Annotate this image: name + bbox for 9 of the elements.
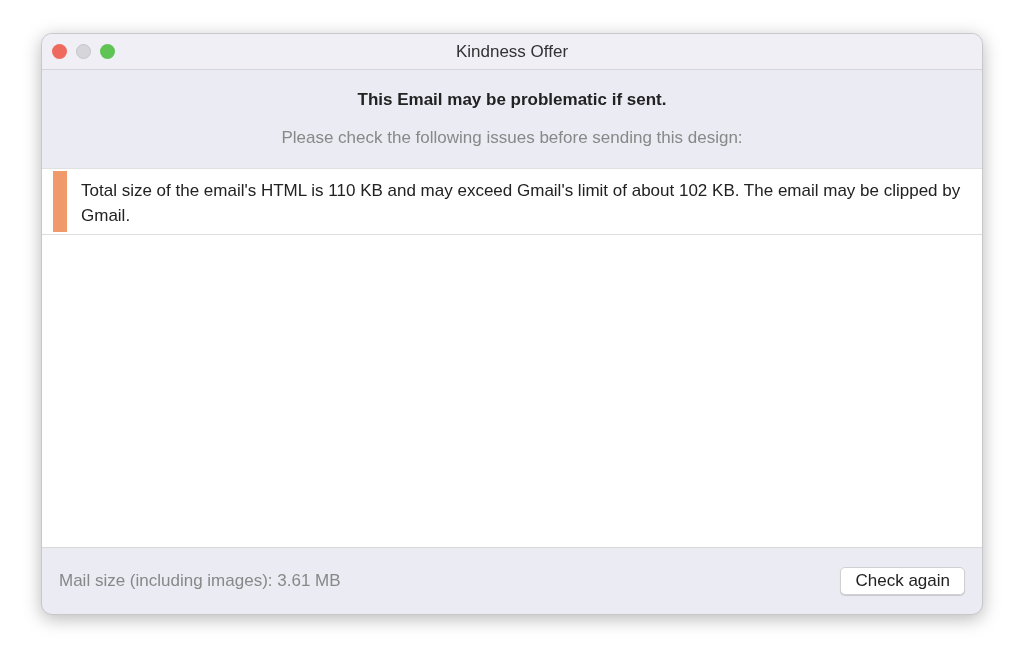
warning-subheading: Please check the following issues before sending this design: (281, 128, 743, 148)
issue-text: Total size of the email's HTML is 110 KB and may exceed Gmail's limit of about 102 KB. The email may be clipped by Gmail. (81, 180, 962, 227)
check-again-button[interactable]: Check again (840, 567, 965, 595)
zoom-icon[interactable] (100, 44, 115, 59)
warning-heading: This Email may be problematic if sent. (357, 90, 667, 110)
close-icon[interactable] (52, 44, 67, 59)
window-title: Kindness Offer (455, 41, 569, 62)
minimize-icon[interactable] (76, 44, 91, 59)
mail-size-text: Mail size (including images): 3.61 MB (59, 571, 341, 591)
